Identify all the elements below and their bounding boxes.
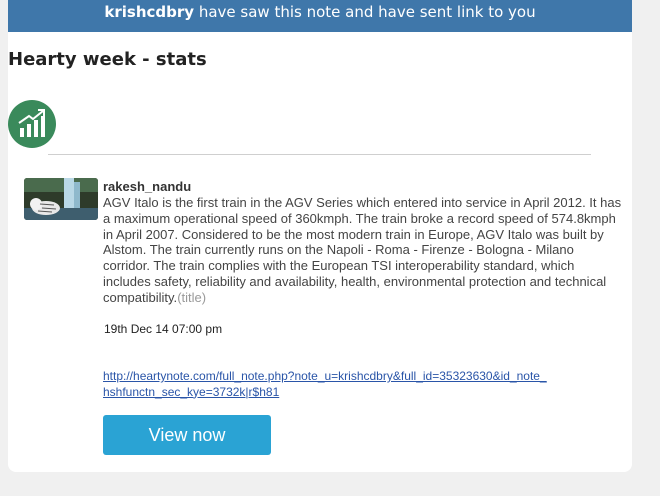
banner-message: have saw this note and have sent link to…	[194, 3, 536, 21]
view-now-button[interactable]: View now	[103, 415, 271, 455]
note-card: krishcdbry have saw this note and have s…	[8, 0, 632, 472]
author-avatar[interactable]	[24, 178, 98, 220]
note-text: AGV Italo is the first train in the AGV …	[103, 195, 622, 305]
share-banner: krishcdbry have saw this note and have s…	[8, 0, 632, 32]
divider	[48, 154, 591, 155]
note-tag: (title)	[177, 289, 207, 305]
note-author[interactable]: rakesh_nandu	[103, 179, 191, 194]
stats-chart-icon	[8, 100, 56, 148]
note-link[interactable]: http://heartynote.com/full_note.php?note…	[103, 369, 603, 400]
banner-username[interactable]: krishcdbry	[104, 3, 194, 21]
note-link-line2: hshfunctn_sec_kye=3732k|r$h81	[103, 384, 280, 399]
note-body: AGV Italo is the first train in the AGV …	[103, 195, 623, 306]
note-date: 19th Dec 14 07:00 pm	[104, 322, 223, 336]
note-link-line1: http://heartynote.com/full_note.php?note…	[103, 369, 547, 383]
page-title: Hearty week - stats	[8, 49, 207, 70]
